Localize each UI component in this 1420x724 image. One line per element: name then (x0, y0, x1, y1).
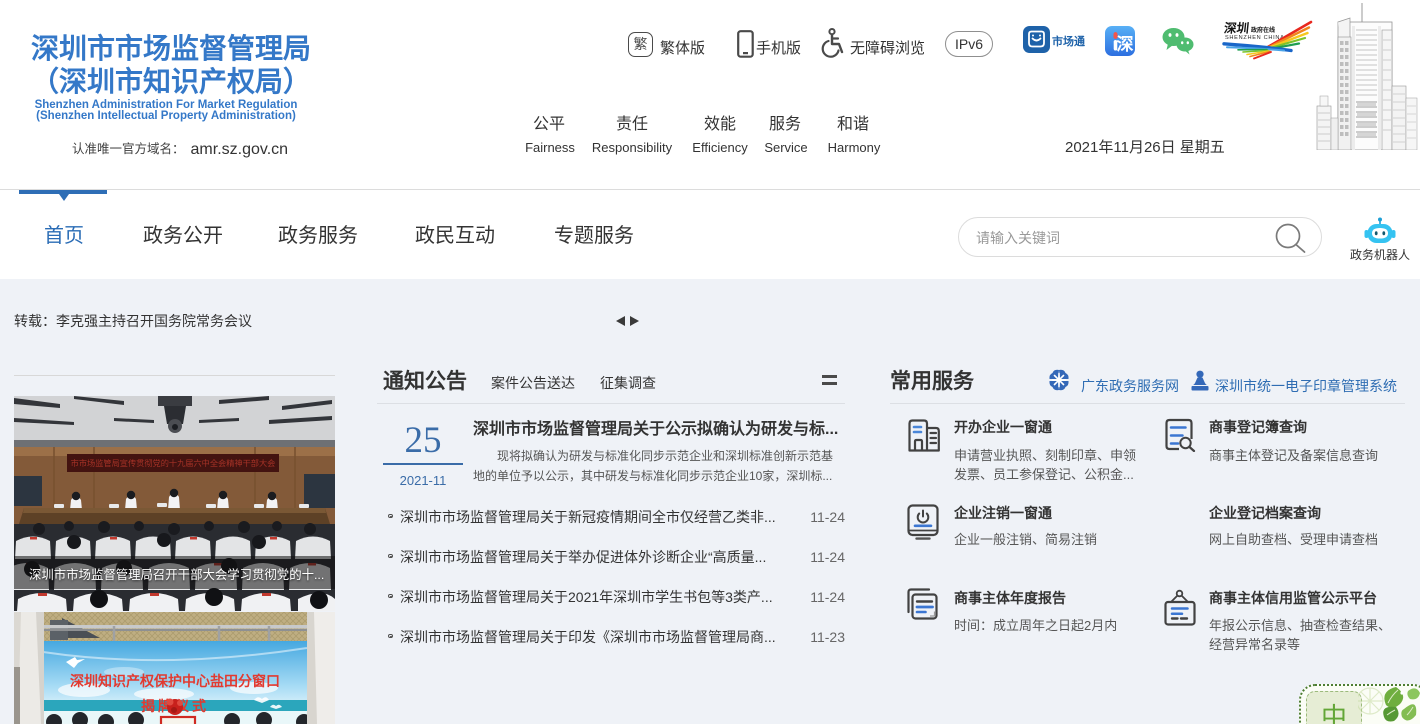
svg-text:深圳: 深圳 (1223, 21, 1250, 36)
svg-text:深圳知识产权保护中心盐田分窗口: 深圳知识产权保护中心盐田分窗口 (70, 673, 280, 689)
svg-text:深: 深 (1117, 34, 1134, 54)
svg-text:政府在线: 政府在线 (1251, 26, 1275, 34)
svg-text:SHENZHEN CHINA: SHENZHEN CHINA (1225, 35, 1285, 41)
svg-text:市市场监管局宣传贯彻党的十九届六中全会精神干部大会: 市市场监管局宣传贯彻党的十九届六中全会精神干部大会 (71, 458, 276, 468)
